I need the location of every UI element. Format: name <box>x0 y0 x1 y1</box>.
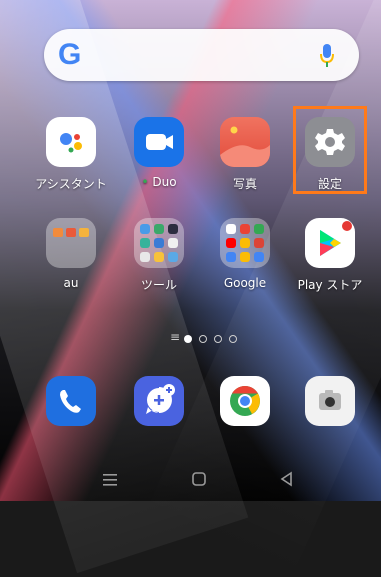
app-label: ツール <box>140 278 177 292</box>
google-logo-icon: G <box>58 38 82 71</box>
notification-badge <box>342 221 352 231</box>
dock-messages[interactable] <box>119 376 199 426</box>
phone-icon <box>46 376 96 426</box>
chrome-icon <box>220 376 270 426</box>
duo-icon <box>134 117 184 167</box>
page-indicator: ≡ <box>170 330 250 345</box>
dock-chrome[interactable] <box>205 376 285 426</box>
folder-icon <box>220 218 270 268</box>
app-label: Play ストア <box>297 278 363 292</box>
app-label: アシスタント <box>35 177 107 191</box>
page-dot[interactable] <box>199 335 207 343</box>
navigation-bar <box>0 460 381 501</box>
highlight-box <box>293 106 367 194</box>
app-label: Google <box>223 276 267 290</box>
microphone-icon[interactable] <box>319 43 335 69</box>
page-dot[interactable] <box>229 335 237 343</box>
folder-icon <box>46 218 96 268</box>
play-store-icon <box>305 218 355 268</box>
folder-icon <box>134 218 184 268</box>
photos-icon <box>220 117 270 167</box>
messages-icon <box>134 376 184 426</box>
folder-google[interactable]: Google <box>205 218 285 290</box>
app-duo[interactable]: • Duo <box>119 117 199 189</box>
page-dot[interactable] <box>214 335 222 343</box>
assistant-icon <box>46 117 96 167</box>
folder-au[interactable]: au <box>31 218 111 290</box>
dock-phone[interactable] <box>31 376 111 426</box>
google-search-bar[interactable]: G <box>44 29 359 81</box>
folder-tools[interactable]: ツール <box>119 218 199 293</box>
app-label: • Duo <box>141 175 177 189</box>
app-assistant[interactable]: アシスタント <box>31 117 111 192</box>
page-dot-active[interactable] <box>184 335 192 343</box>
home-icon[interactable] <box>187 470 211 490</box>
app-play-store[interactable]: Play ストア <box>290 218 370 293</box>
dock-camera[interactable] <box>290 376 370 426</box>
back-icon[interactable] <box>275 470 299 490</box>
camera-icon <box>305 376 355 426</box>
app-label: au <box>63 276 79 290</box>
menu-icon[interactable] <box>98 470 122 490</box>
app-photos[interactable]: 写真 <box>205 117 285 192</box>
app-drawer-menu-icon[interactable]: ≡ <box>170 330 180 344</box>
app-label: 写真 <box>232 177 257 191</box>
duo-status-dot: • <box>141 175 149 189</box>
